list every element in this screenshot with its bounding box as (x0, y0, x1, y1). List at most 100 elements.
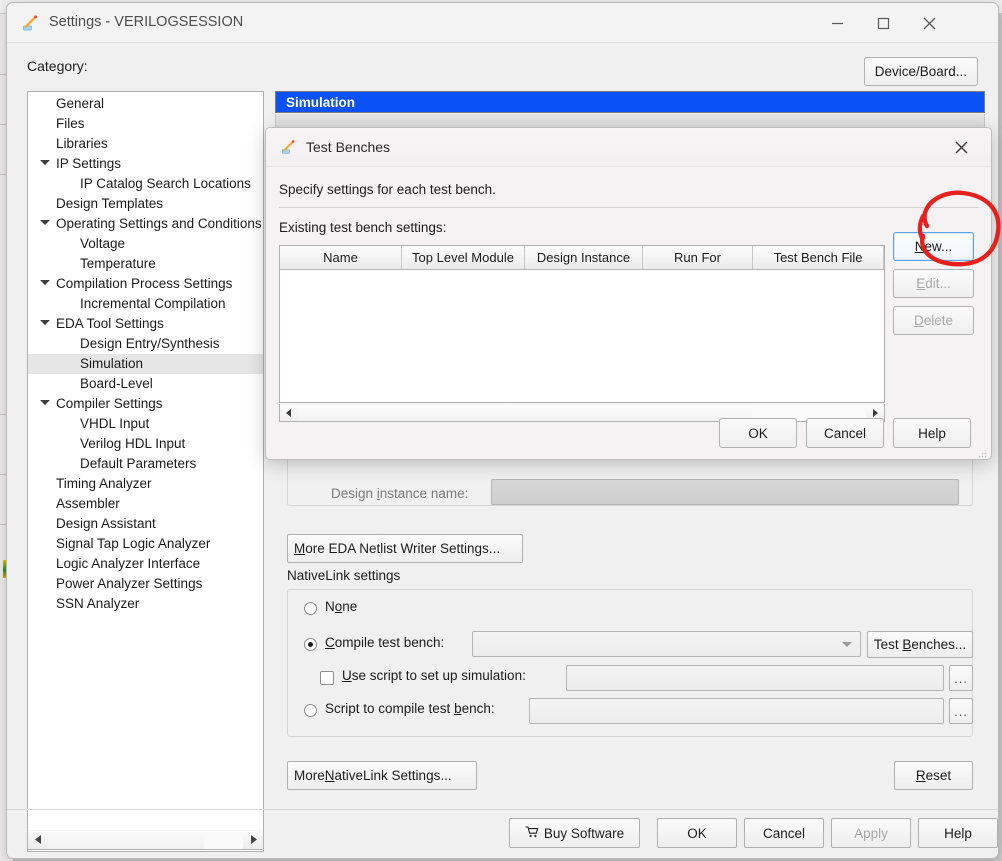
chevron-down-icon[interactable] (40, 220, 50, 225)
column-header-run-for[interactable]: Run For (643, 246, 753, 269)
sidebar-item-operating-settings-and-conditions[interactable]: Operating Settings and Conditions (28, 214, 263, 234)
test-bench-table[interactable]: Name Top Level Module Design Instance Run F… (279, 245, 885, 403)
minimize-icon[interactable] (814, 3, 860, 43)
cancel-button[interactable]: Cancel (744, 818, 824, 848)
use-script-setup-input[interactable] (566, 665, 944, 691)
category-tree-hscrollbar[interactable] (27, 830, 264, 850)
chevron-down-icon[interactable] (40, 400, 50, 405)
radio-compile-test-bench[interactable] (304, 638, 317, 651)
hscroll-thumb[interactable] (48, 830, 204, 849)
script-to-compile-browse-button[interactable]: ... (949, 698, 973, 724)
resize-grip-icon[interactable] (977, 446, 987, 458)
delete-button: Delete (893, 306, 974, 335)
table-body[interactable] (280, 270, 884, 402)
sidebar-item-label: Power Analyzer Settings (56, 576, 203, 591)
sidebar-item-label: Signal Tap Logic Analyzer (56, 536, 211, 551)
sidebar-item-label: EDA Tool Settings (56, 316, 164, 331)
sidebar-item-simulation[interactable]: Simulation (28, 354, 263, 374)
column-header-name[interactable]: Name (280, 246, 402, 269)
sidebar-item-label: Temperature (80, 256, 156, 271)
sidebar-item-files[interactable]: Files (28, 114, 263, 134)
radio-none[interactable] (304, 602, 317, 615)
radio-script-to-compile[interactable] (304, 704, 317, 717)
test-benches-button[interactable]: Test Benches... (867, 631, 973, 658)
use-script-setup-browse-button[interactable]: ... (949, 665, 973, 691)
sidebar-item-temperature[interactable]: Temperature (28, 254, 263, 274)
checkbox-use-script-setup-label: Use script to set up simulation: (342, 668, 526, 683)
column-header-top-level-module[interactable]: Top Level Module (402, 246, 525, 269)
sidebar-item-label: Design Entry/Synthesis (80, 336, 220, 351)
more-nativelink-settings-button[interactable]: More NativeLink Settings... (287, 761, 477, 790)
window-title: Settings - VERILOGSESSION (49, 14, 244, 30)
sidebar-item-eda-tool-settings[interactable]: EDA Tool Settings (28, 314, 263, 334)
radio-script-to-compile-label: Script to compile test bench: (325, 701, 495, 716)
existing-settings-label: Existing test bench settings: (279, 220, 447, 235)
sidebar-item-design-entry-synthesis[interactable]: Design Entry/Synthesis (28, 334, 263, 354)
more-eda-netlist-writer-settings-button[interactable]: More EDA Netlist Writer Settings... (287, 534, 523, 563)
ok-button[interactable]: OK (657, 818, 737, 848)
sidebar-item-label: Operating Settings and Conditions (56, 216, 262, 231)
sidebar-item-ip-catalog-search-locations[interactable]: IP Catalog Search Locations (28, 174, 263, 194)
table-scroll-left-icon[interactable] (280, 404, 298, 421)
buy-software-button[interactable]: Buy Software (509, 818, 640, 848)
sidebar-item-timing-analyzer[interactable]: Timing Analyzer (28, 474, 263, 494)
sidebar-item-design-assistant[interactable]: Design Assistant (28, 514, 263, 534)
sidebar-item-power-analyzer-settings[interactable]: Power Analyzer Settings (28, 574, 263, 594)
test-benches-dialog: Test Benches Specify settings for each t… (265, 127, 992, 460)
sidebar-item-signal-tap-logic-analyzer[interactable]: Signal Tap Logic Analyzer (28, 534, 263, 554)
sidebar-item-verilog-hdl-input[interactable]: Verilog HDL Input (28, 434, 263, 454)
design-instance-name-label: Design instance name: (331, 486, 469, 501)
column-header-design-instance[interactable]: Design Instance (525, 246, 643, 269)
dialog-close-icon[interactable] (937, 128, 985, 167)
chevron-down-icon[interactable] (40, 320, 50, 325)
checkbox-use-script-setup[interactable] (320, 671, 334, 685)
compile-test-bench-combo[interactable] (472, 631, 861, 657)
design-instance-name-input[interactable] (491, 479, 959, 505)
sidebar-item-label: Design Templates (56, 196, 164, 211)
dialog-ok-button[interactable]: OK (719, 418, 797, 448)
sidebar-item-label: Libraries (56, 136, 108, 151)
sidebar-item-libraries[interactable]: Libraries (28, 134, 263, 154)
chevron-down-icon[interactable] (40, 160, 50, 165)
maximize-icon[interactable] (860, 3, 906, 43)
sidebar-item-voltage[interactable]: Voltage (28, 234, 263, 254)
scroll-left-icon[interactable] (28, 830, 48, 849)
sidebar-item-label: Verilog HDL Input (80, 436, 186, 451)
column-header-test-bench-file[interactable]: Test Bench File (753, 246, 884, 269)
dialog-description: Specify settings for each test bench. (279, 182, 496, 197)
category-tree[interactable]: General Files Libraries IP Settings IP Catal… (27, 91, 264, 852)
sidebar-item-default-parameters[interactable]: Default Parameters (28, 454, 263, 474)
chevron-down-icon[interactable] (40, 280, 50, 285)
script-to-compile-input[interactable] (529, 698, 944, 724)
sidebar-item-label: Simulation (80, 356, 144, 371)
apply-button: Apply (831, 818, 911, 848)
sidebar-item-general[interactable]: General (28, 94, 263, 114)
sidebar-item-assembler[interactable]: Assembler (28, 494, 263, 514)
reset-button[interactable]: Reset (894, 761, 973, 790)
sidebar-item-logic-analyzer-interface[interactable]: Logic Analyzer Interface (28, 554, 263, 574)
sidebar-item-vhdl-input[interactable]: VHDL Input (28, 414, 263, 434)
sidebar-item-label: Files (56, 116, 85, 131)
dialog-cancel-button[interactable]: Cancel (806, 418, 884, 448)
scroll-right-icon[interactable] (243, 830, 263, 849)
sidebar-item-board-level[interactable]: Board-Level (28, 374, 263, 394)
hscroll-track[interactable] (48, 830, 243, 849)
new-button[interactable]: New... (893, 232, 974, 261)
sidebar-item-incremental-compilation[interactable]: Incremental Compilation (28, 294, 263, 314)
sidebar-item-compilation-process-settings[interactable]: Compilation Process Settings (28, 274, 263, 294)
sidebar-item-label: Assembler (56, 496, 120, 511)
sidebar-item-ip-settings[interactable]: IP Settings (28, 154, 263, 174)
sidebar-item-ssn-analyzer[interactable]: SSN Analyzer (28, 594, 263, 614)
sidebar-item-compiler-settings[interactable]: Compiler Settings (28, 394, 263, 414)
dialog-help-button[interactable]: Help (893, 418, 971, 448)
sidebar-item-label: VHDL Input (80, 416, 150, 431)
table-hscroll-thumb[interactable] (298, 404, 753, 421)
help-button[interactable]: Help (918, 818, 998, 848)
sidebar-item-design-templates[interactable]: Design Templates (28, 194, 263, 214)
pane-header-title: Simulation (275, 91, 985, 113)
chevron-down-icon (842, 642, 852, 647)
table-header-row: Name Top Level Module Design Instance Run F… (280, 246, 884, 270)
close-icon[interactable] (906, 3, 952, 43)
sidebar-item-label: Incremental Compilation (80, 296, 226, 311)
device-board-button[interactable]: Device/Board... (863, 57, 978, 86)
